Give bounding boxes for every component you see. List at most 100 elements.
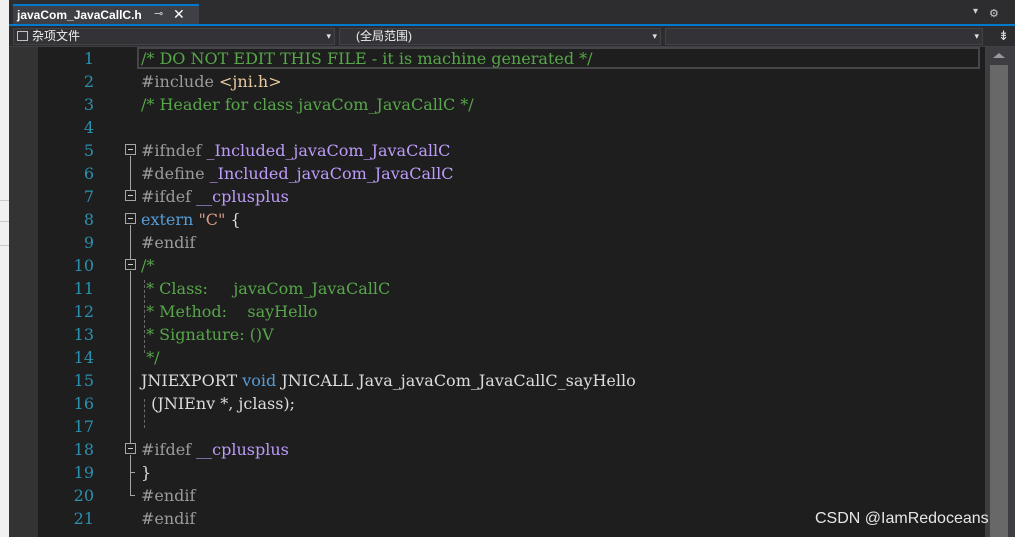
- chevron-down-icon: ▾: [326, 31, 331, 41]
- project-icon: [17, 31, 28, 41]
- code-token: #endif: [141, 509, 196, 528]
- code-line[interactable]: (JNIEnv *, jclass);: [141, 392, 295, 415]
- code-token: * Signature: ()V: [141, 325, 274, 344]
- outer-window-edge: [0, 0, 9, 537]
- fold-guide: [130, 225, 131, 259]
- vertical-scrollbar[interactable]: [985, 47, 1015, 537]
- code-line[interactable]: * Method: sayHello: [141, 300, 317, 323]
- line-number: 1: [83, 49, 94, 68]
- code-line[interactable]: #ifdef __cplusplus: [141, 185, 289, 208]
- line-number: 14: [73, 348, 94, 367]
- scrollbar-thumb[interactable]: [990, 65, 1008, 537]
- tab-title: javaCom_JavaCallC.h: [17, 8, 142, 22]
- code-token: extern: [141, 210, 199, 229]
- line-number: 6: [83, 164, 94, 183]
- code-token: _Included_javaCom_JavaCallC: [209, 164, 454, 183]
- code-token: {: [225, 210, 241, 229]
- code-line[interactable]: * Signature: ()V: [141, 323, 274, 346]
- code-line[interactable]: #ifdef __cplusplus: [141, 438, 289, 461]
- chevron-down-icon: ▾: [974, 31, 979, 41]
- fold-guide: [130, 156, 131, 190]
- fold-guide: [130, 455, 131, 495]
- project-combo[interactable]: 杂项文件 ▾: [13, 28, 335, 45]
- collapse-icon[interactable]: [125, 259, 136, 270]
- tab-javacom-javacallc-h[interactable]: javaCom_JavaCallC.h ⊸ ✕: [13, 4, 199, 24]
- code-token: * Class: javaCom_JavaCallC: [141, 279, 391, 298]
- navigation-bar: 杂项文件 ▾ (全局范围) ▾ ▾ ⇟: [9, 26, 1015, 47]
- code-token: (JNIEnv *, jclass);: [141, 394, 296, 413]
- collapse-icon[interactable]: [125, 443, 136, 454]
- member-combo[interactable]: ▾: [665, 28, 983, 45]
- code-line[interactable]: #endif: [141, 507, 195, 530]
- line-number: 4: [83, 118, 94, 137]
- code-token: "C": [198, 210, 226, 229]
- code-line[interactable]: */: [141, 346, 159, 369]
- code-token: #include: [141, 72, 220, 91]
- code-line[interactable]: #endif: [141, 484, 195, 507]
- line-number: 19: [73, 463, 94, 482]
- code-line[interactable]: * Class: javaCom_JavaCallC: [141, 277, 390, 300]
- scope-combo[interactable]: (全局范围) ▾: [339, 28, 661, 45]
- gear-icon[interactable]: ⚙: [989, 7, 999, 20]
- code-editor[interactable]: 1 2 3 4 5 6 7 8 9 10 11 12 13 14 15 16 17 18 19 20 21 /* DO …: [9, 47, 985, 537]
- scope-combo-label: (全局范围): [356, 29, 412, 43]
- collapse-icon[interactable]: [125, 213, 136, 224]
- collapse-icon[interactable]: [125, 144, 136, 155]
- code-token: <jni.h>: [219, 72, 282, 91]
- code-line[interactable]: /*: [141, 254, 154, 277]
- code-token: __cplusplus: [196, 187, 289, 206]
- split-window-icon[interactable]: ⇟: [998, 28, 1009, 44]
- fold-end: [130, 472, 135, 473]
- code-token: JNICALL Java_javaCom_JavaCallC_sayHello: [276, 371, 636, 390]
- line-number: 10: [73, 256, 94, 275]
- line-number: 21: [73, 509, 94, 528]
- line-number: 11: [73, 279, 94, 298]
- code-line[interactable]: #endif: [141, 231, 195, 254]
- watermark: CSDN @IamRedoceans: [815, 510, 989, 527]
- code-line[interactable]: /* DO NOT EDIT THIS FILE - it is machine…: [141, 47, 593, 70]
- code-token: _Included_javaCom_JavaCallC: [206, 141, 451, 160]
- project-combo-label: 杂项文件: [32, 29, 81, 43]
- line-number: 5: [83, 141, 94, 160]
- tab-list-dropdown-icon[interactable]: ▾: [973, 6, 978, 17]
- line-number: 2: [83, 72, 94, 91]
- line-number: 17: [73, 417, 94, 436]
- code-token: #ifdef: [141, 440, 197, 459]
- line-number: 8: [83, 210, 94, 229]
- line-number: 13: [73, 325, 94, 344]
- code-token: #endif: [141, 486, 196, 505]
- code-token: #ifdef: [141, 187, 197, 206]
- fold-guide: [130, 271, 131, 357]
- code-line[interactable]: extern "C" {: [141, 208, 241, 231]
- code-token: void: [242, 371, 277, 390]
- code-line[interactable]: /* Header for class javaCom_JavaCallC */: [141, 93, 474, 116]
- line-number: 18: [73, 440, 94, 459]
- code-token: /* Header for class javaCom_JavaCallC */: [141, 95, 474, 114]
- collapse-icon[interactable]: [125, 190, 136, 201]
- code-line[interactable]: #include <jni.h>: [141, 70, 282, 93]
- code-token: #define: [141, 164, 210, 183]
- code-token: #ifndef: [141, 141, 207, 160]
- scroll-up-icon[interactable]: [993, 53, 1005, 58]
- code-token: /* DO NOT EDIT THIS FILE - it is machine…: [141, 49, 593, 68]
- line-number: 16: [73, 394, 94, 413]
- code-line[interactable]: #ifndef _Included_javaCom_JavaCallC: [141, 139, 450, 162]
- code-line[interactable]: JNIEXPORT void JNICALL Java_javaCom_Java…: [141, 369, 636, 392]
- line-number: 3: [83, 95, 94, 114]
- code-token: __cplusplus: [196, 440, 289, 459]
- code-token: */: [141, 348, 160, 367]
- line-number: 15: [73, 371, 94, 390]
- line-number: 7: [83, 187, 94, 206]
- code-line[interactable]: }: [141, 461, 151, 484]
- code-token: }: [141, 463, 152, 482]
- code-token: /*: [141, 256, 155, 275]
- close-icon[interactable]: ✕: [173, 6, 185, 23]
- fold-end: [130, 495, 135, 496]
- line-number: 12: [73, 302, 94, 321]
- chevron-down-icon: ▾: [652, 31, 657, 41]
- pin-icon[interactable]: ⊸: [154, 7, 163, 20]
- fold-guide: [130, 357, 131, 443]
- code-line[interactable]: #define _Included_javaCom_JavaCallC: [141, 162, 454, 185]
- code-token: * Method: sayHello: [141, 302, 318, 321]
- document-tab-strip: javaCom_JavaCallC.h ⊸ ✕ ▾ ⚙: [9, 0, 1015, 26]
